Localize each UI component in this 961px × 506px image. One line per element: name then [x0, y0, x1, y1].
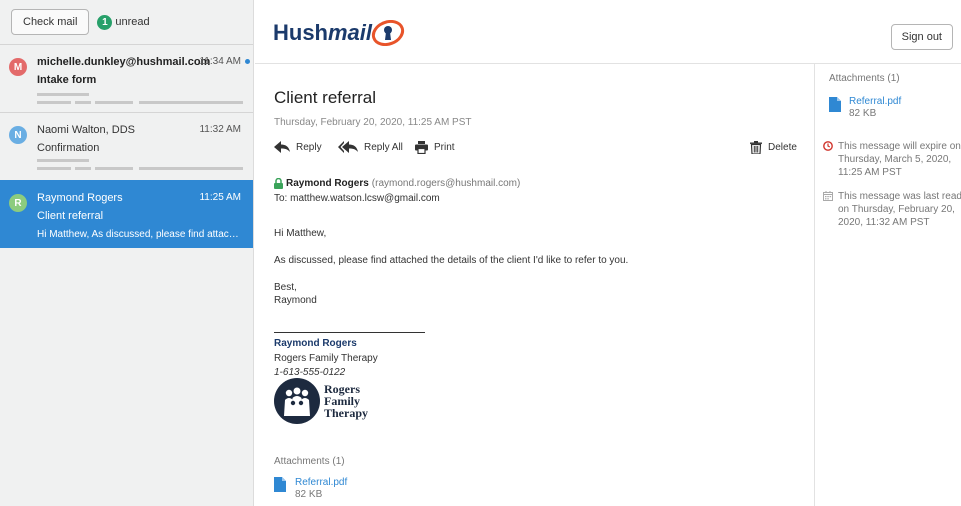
logo-text-hush: Hush [273, 20, 328, 45]
message-actions-toolbar: Reply Reply All Print Delete [274, 141, 797, 157]
family-logo-icon [274, 378, 320, 424]
expiry-info: This message will expire on Thursday, Ma… [823, 140, 961, 179]
rogers-family-therapy-logo: Rogers Family Therapy [274, 378, 368, 424]
preview-placeholder [75, 167, 91, 170]
app-header: Hush mail Sign out [255, 0, 961, 64]
message-time: 11:25 AM [199, 192, 241, 203]
preview-placeholder [139, 167, 243, 170]
reply-label: Reply [296, 141, 322, 153]
message-subject: Intake form [37, 74, 97, 86]
hushmail-logo[interactable]: Hush mail [273, 20, 406, 46]
delete-label: Delete [768, 142, 797, 153]
unread-indicator: 1 unread [97, 14, 150, 30]
sidebar-toolbar: Check mail 1 unread [0, 0, 253, 44]
file-icon [829, 97, 841, 112]
message-title: Client referral [274, 88, 377, 107]
clock-icon [823, 141, 833, 151]
printer-icon [415, 141, 428, 154]
message-sender: Naomi Walton, DDS [37, 124, 136, 136]
preview-placeholder [139, 101, 243, 104]
sign-out-button[interactable]: Sign out [890, 24, 953, 50]
message-subject: Client referral [37, 210, 104, 222]
from-email: (raymond.rogers@hushmail.com) [371, 178, 521, 189]
expiry-text: This message will expire on Thursday, Ma… [838, 141, 961, 178]
preview-placeholder [37, 101, 71, 104]
signature-name: Raymond Rogers [274, 338, 357, 349]
reply-all-button[interactable]: Reply All [338, 141, 403, 153]
file-icon [274, 477, 286, 492]
attachment-item[interactable]: Referral.pdf 82 KB [274, 477, 347, 500]
attachment-size: 82 KB [849, 108, 877, 119]
message-sender: michelle.dunkley@hushmail.com [37, 56, 211, 68]
body-closing-name: Raymond [274, 295, 317, 306]
preview-placeholder [37, 167, 71, 170]
delete-button[interactable]: Delete [750, 141, 797, 154]
message-info-panel: Attachments (1) Referral.pdf 82 KB This … [814, 64, 961, 506]
preview-placeholder [95, 101, 133, 104]
reply-all-icon [338, 141, 358, 153]
calendar-icon [823, 191, 833, 201]
print-button[interactable]: Print [415, 141, 455, 154]
logo-text-mail: mail [328, 20, 373, 45]
attachments-label: Attachments (1) [274, 456, 345, 467]
signature-divider [274, 332, 425, 333]
print-label: Print [434, 142, 455, 153]
unread-dot-icon [245, 59, 250, 64]
signature-company: Rogers Family Therapy [274, 353, 378, 364]
reply-all-label: Reply All [364, 141, 403, 153]
message-list-sidebar: Check mail 1 unread M michelle.dunkley@h… [0, 0, 254, 506]
last-read-info: This message was last read on Thursday, … [823, 190, 961, 229]
body-greeting: Hi Matthew, [274, 228, 327, 239]
unread-count-badge: 1 [97, 14, 113, 30]
attachment-item[interactable]: Referral.pdf 82 KB [829, 96, 901, 119]
message-view: Client referral Thursday, February 20, 2… [274, 64, 804, 506]
from-line: Raymond Rogers (raymond.rogers@hushmail.… [274, 178, 520, 189]
trash-icon [750, 141, 762, 154]
reply-icon [274, 141, 290, 153]
signature-phone: 1-613-555-0122 [274, 367, 346, 378]
lock-icon [274, 178, 283, 189]
check-mail-button[interactable]: Check mail [11, 9, 90, 35]
signature-logo-text: Rogers Family Therapy [324, 382, 369, 420]
unread-label: unread [115, 16, 150, 28]
message-subject: Confirmation [37, 142, 100, 154]
message-time: 11:32 AM [199, 124, 241, 135]
message-date: Thursday, February 20, 2020, 11:25 AM PS… [274, 117, 472, 128]
reply-button[interactable]: Reply [274, 141, 322, 153]
attachments-label: Attachments (1) [829, 73, 900, 84]
preview-placeholder [37, 93, 89, 96]
attachment-name-link[interactable]: Referral.pdf [295, 477, 347, 488]
from-name: Raymond Rogers [286, 178, 369, 189]
to-line: To: matthew.watson.lcsw@gmail.com [274, 193, 440, 204]
body-closing: Best, [274, 282, 297, 293]
message-sender: Raymond Rogers [37, 192, 123, 204]
attachment-size: 82 KB [295, 489, 323, 500]
body-paragraph: As discussed, please find attached the d… [274, 255, 629, 266]
preview-placeholder [75, 101, 91, 104]
avatar: R [9, 194, 27, 212]
message-list-item[interactable]: M michelle.dunkley@hushmail.com 11:34 AM… [0, 44, 253, 112]
message-list-item-selected[interactable]: R Raymond Rogers 11:25 AM Client referra… [0, 180, 253, 248]
preview-placeholder [95, 167, 133, 170]
last-read-text: This message was last read on Thursday, … [838, 191, 961, 228]
message-preview: Hi Matthew, As discussed, please find at… [37, 229, 242, 240]
attachment-name-link[interactable]: Referral.pdf [849, 96, 901, 107]
avatar: N [9, 126, 27, 144]
avatar: M [9, 58, 27, 76]
message-list-item[interactable]: N Naomi Walton, DDS 11:32 AM Confirmatio… [0, 112, 253, 180]
message-time: 11:34 AM [199, 56, 241, 67]
preview-placeholder [37, 159, 89, 162]
keyhole-logo-icon [371, 20, 405, 46]
